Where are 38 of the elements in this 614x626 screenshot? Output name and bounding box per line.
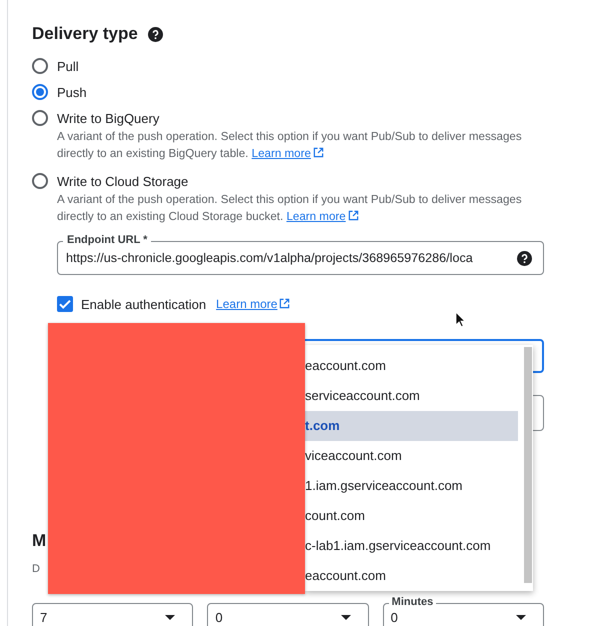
menu-item[interactable]: count.com xyxy=(305,501,518,531)
radio-label: Push xyxy=(57,84,87,100)
menu-item[interactable]: 1.iam.gserviceaccount.com xyxy=(305,471,518,501)
cursor-icon xyxy=(455,311,466,328)
external-link-icon xyxy=(279,298,290,309)
radio-button[interactable] xyxy=(32,173,48,189)
section-title: M xyxy=(32,531,46,552)
section-title: Delivery type xyxy=(32,24,138,44)
radio-button[interactable] xyxy=(32,110,48,126)
learn-more-link[interactable]: Learn more xyxy=(216,297,290,311)
help-icon[interactable] xyxy=(517,250,532,266)
external-link-icon xyxy=(348,210,359,221)
field-label: D xyxy=(32,563,40,575)
caret-icon xyxy=(340,615,351,620)
radio-button[interactable] xyxy=(32,84,48,100)
menu-item[interactable]: viceaccount.com xyxy=(305,441,518,471)
learn-more-link[interactable]: Learn more xyxy=(252,147,324,160)
option-description: A variant of the push operation. Select this option if you want Pub/Sub to deliver messages directly to an existing BigQuery table. Learn more xyxy=(57,129,523,162)
caret-icon xyxy=(165,615,176,620)
option-description: A variant of the push operation. Select this option if you want Pub/Sub to deliver messages directly to an existing Cloud Storage bucket. Learn more xyxy=(57,192,523,225)
menu-item[interactable]: serviceaccount.com xyxy=(305,381,518,411)
radio-button[interactable] xyxy=(32,58,48,74)
learn-more-link[interactable]: Learn more xyxy=(286,210,359,223)
menu-item[interactable]: t.com xyxy=(305,411,518,441)
checkbox-label: Enable authentication xyxy=(81,296,206,312)
checkbox[interactable] xyxy=(57,296,73,312)
menu-item[interactable]: eaccount.com xyxy=(305,561,518,591)
field-value: https://us-chronicle.googleapis.com/v1alpha/projects/368965976286/loca xyxy=(66,251,474,265)
external-link-icon xyxy=(312,147,324,158)
radio-label: Pull xyxy=(57,58,79,74)
radio-label: Write to Cloud Storage xyxy=(57,174,188,188)
menu-item[interactable]: eaccount.com xyxy=(305,351,518,381)
help-icon[interactable] xyxy=(148,26,163,42)
menu-item[interactable]: c-lab1.iam.gserviceaccount.com xyxy=(305,531,518,561)
scrollbar[interactable] xyxy=(524,347,532,583)
radio-label: Write to BigQuery xyxy=(57,110,160,126)
caret-icon xyxy=(516,615,526,620)
field-label: Endpoint URL * xyxy=(63,233,152,247)
